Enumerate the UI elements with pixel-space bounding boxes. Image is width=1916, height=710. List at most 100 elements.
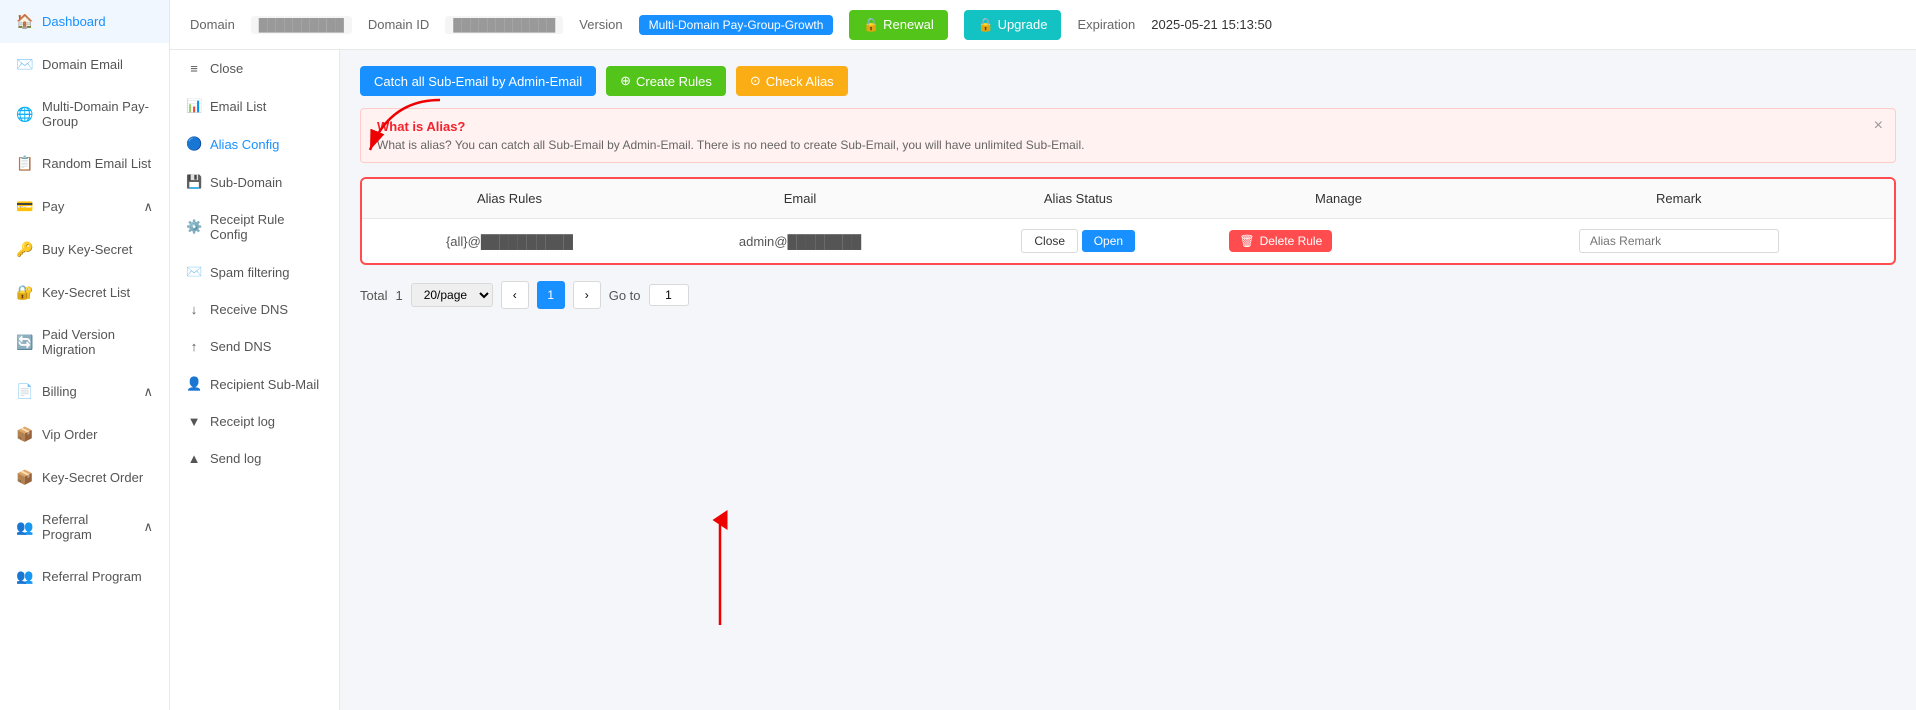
check-icon: ⊙ xyxy=(750,73,761,89)
sub-sidebar-receipt-log[interactable]: ▼ Receipt log xyxy=(170,403,339,440)
email-cell: admin@████████ xyxy=(657,219,943,264)
col-alias-status: Alias Status xyxy=(943,179,1213,219)
delete-icon: 🗑 xyxy=(1239,234,1254,248)
open-status-button[interactable]: Open xyxy=(1082,230,1135,252)
version-badge: Multi-Domain Pay-Group-Growth xyxy=(639,15,834,35)
expiration-value: 2025-05-21 15:13:50 xyxy=(1151,17,1272,32)
next-page-button[interactable]: › xyxy=(573,281,601,309)
table-header-row: Alias Rules Email Alias Status Manage Re… xyxy=(362,179,1894,219)
manage-cell: 🗑 Delete Rule xyxy=(1213,219,1463,264)
remark-cell xyxy=(1464,219,1894,264)
sub-sidebar-email-list[interactable]: 📊 Email List xyxy=(170,87,339,125)
catch-all-button[interactable]: Catch all Sub-Email by Admin-Email xyxy=(360,66,596,96)
remark-input[interactable] xyxy=(1579,229,1779,253)
sidebar-item-domain-email[interactable]: ✉️ Domain Email xyxy=(0,43,169,86)
billing-icon: 📄 xyxy=(16,383,32,400)
col-remark: Remark xyxy=(1464,179,1894,219)
spam-icon: ✉️ xyxy=(186,264,202,280)
domain-id-value: ████████████ xyxy=(445,16,563,34)
renewal-button[interactable]: 🔒 Renewal xyxy=(849,10,947,40)
col-manage: Manage xyxy=(1213,179,1463,219)
domain-id-label: Domain ID xyxy=(368,17,429,32)
col-alias-rules: Alias Rules xyxy=(362,179,657,219)
upgrade-button[interactable]: 🔒 Upgrade xyxy=(964,10,1062,40)
create-rules-button[interactable]: ⊕ Create Rules xyxy=(606,66,726,96)
pay-icon: 💳 xyxy=(16,198,32,215)
sub-sidebar: ≡ Close 📊 Email List 🔵 Alias Config 💾 Su… xyxy=(170,50,340,710)
toolbar: Catch all Sub-Email by Admin-Email ⊕ Cre… xyxy=(360,66,1896,96)
sub-sidebar-sub-domain[interactable]: 💾 Sub-Domain xyxy=(170,163,339,201)
alias-rules-cell: {all}@██████████ xyxy=(362,219,657,264)
sidebar-item-buy-key[interactable]: 🔑 Buy Key-Secret xyxy=(0,228,169,271)
dashboard-icon: 🏠 xyxy=(16,13,32,30)
sub-sidebar-send-dns[interactable]: ↑ Send DNS xyxy=(170,328,339,365)
buy-key-icon: 🔑 xyxy=(16,241,32,258)
vip-order-icon: 📦 xyxy=(16,426,32,443)
chevron-up-icon-billing: ∧ xyxy=(143,384,153,400)
total-value: 1 xyxy=(395,288,402,303)
sidebar-item-random-email[interactable]: 📋 Random Email List xyxy=(0,142,169,185)
sidebar-item-referral-2[interactable]: 👥 Referral Program xyxy=(0,555,169,598)
delete-rule-button[interactable]: 🗑 Delete Rule xyxy=(1229,230,1332,252)
domain-email-icon: ✉️ xyxy=(16,56,32,73)
page-1-button[interactable]: 1 xyxy=(537,281,565,309)
annotation-arrow-up xyxy=(710,510,730,630)
referral2-icon: 👥 xyxy=(16,568,32,585)
total-label: Total xyxy=(360,288,387,303)
prev-page-button[interactable]: ‹ xyxy=(501,281,529,309)
sidebar-item-multi-domain[interactable]: 🌐 Multi-Domain Pay-Group xyxy=(0,86,169,142)
sidebar-item-billing[interactable]: 📄 Billing ∧ xyxy=(0,370,169,413)
chevron-up-icon-referral: ∧ xyxy=(143,519,153,535)
send-dns-icon: ↑ xyxy=(186,339,202,354)
plus-icon: ⊕ xyxy=(620,73,631,89)
alert-title: What is Alias? xyxy=(377,119,1879,134)
domain-label: Domain xyxy=(190,17,235,32)
key-order-icon: 📦 xyxy=(16,469,32,486)
alert-close-button[interactable]: × xyxy=(1874,117,1883,135)
sub-sidebar-receive-dns[interactable]: ↓ Receive DNS xyxy=(170,291,339,328)
alias-alert: What is Alias? What is alias? You can ca… xyxy=(360,108,1896,163)
check-alias-button[interactable]: ⊙ Check Alias xyxy=(736,66,848,96)
receipt-log-icon: ▼ xyxy=(186,414,202,429)
page-content: Catch all Sub-Email by Admin-Email ⊕ Cre… xyxy=(340,50,1916,710)
sidebar-item-vip-order[interactable]: 📦 Vip Order xyxy=(0,413,169,456)
left-sidebar: 🏠 Dashboard ✉️ Domain Email 🌐 Multi-Doma… xyxy=(0,0,170,710)
domain-value: ██████████ xyxy=(251,16,352,34)
sub-sidebar-send-log[interactable]: ▲ Send log xyxy=(170,440,339,477)
table-row: {all}@██████████ admin@████████ Close Op… xyxy=(362,219,1894,264)
sidebar-item-key-secret-order[interactable]: 📦 Key-Secret Order xyxy=(0,456,169,499)
main-area: Domain ██████████ Domain ID ████████████… xyxy=(170,0,1916,710)
sidebar-item-key-secret-list[interactable]: 🔐 Key-Secret List xyxy=(0,271,169,314)
alias-table-container: Alias Rules Email Alias Status Manage Re… xyxy=(360,177,1896,265)
receive-dns-icon: ↓ xyxy=(186,302,202,317)
close-status-button[interactable]: Close xyxy=(1021,229,1078,253)
key-list-icon: 🔐 xyxy=(16,284,32,301)
goto-input[interactable] xyxy=(649,284,689,306)
receipt-rule-icon: ⚙️ xyxy=(186,219,202,235)
status-cell: Close Open xyxy=(943,219,1213,264)
sidebar-item-referral-program[interactable]: 👥 Referral Program ∧ xyxy=(0,499,169,555)
sub-sidebar-close[interactable]: ≡ Close xyxy=(170,50,339,87)
sub-sidebar-recipient[interactable]: 👤 Recipient Sub-Mail xyxy=(170,365,339,403)
multi-domain-icon: 🌐 xyxy=(16,106,32,123)
pagination: Total 1 20/page 50/page ‹ 1 › Go to xyxy=(360,281,1896,309)
sub-sidebar-receipt-rule[interactable]: ⚙️ Receipt Rule Config xyxy=(170,201,339,253)
sidebar-item-pay[interactable]: 💳 Pay ∧ xyxy=(0,185,169,228)
page-header: Domain ██████████ Domain ID ████████████… xyxy=(170,0,1916,50)
chevron-up-icon: ∧ xyxy=(143,199,153,215)
paid-migration-icon: 🔄 xyxy=(16,334,32,351)
version-label: Version xyxy=(579,17,622,32)
alias-table: Alias Rules Email Alias Status Manage Re… xyxy=(362,179,1894,263)
sidebar-item-dashboard[interactable]: 🏠 Dashboard xyxy=(0,0,169,43)
email-list-icon: 📊 xyxy=(186,98,202,114)
sub-sidebar-spam[interactable]: ✉️ Spam filtering xyxy=(170,253,339,291)
col-email: Email xyxy=(657,179,943,219)
per-page-select[interactable]: 20/page 50/page xyxy=(411,283,493,307)
close-icon: ≡ xyxy=(186,61,202,76)
random-email-icon: 📋 xyxy=(16,155,32,172)
alias-config-icon: 🔵 xyxy=(186,136,202,152)
sidebar-item-paid-migration[interactable]: 🔄 Paid Version Migration xyxy=(0,314,169,370)
expiration-label: Expiration xyxy=(1077,17,1135,32)
content-wrapper: ≡ Close 📊 Email List 🔵 Alias Config 💾 Su… xyxy=(170,50,1916,710)
sub-sidebar-alias-config[interactable]: 🔵 Alias Config xyxy=(170,125,339,163)
